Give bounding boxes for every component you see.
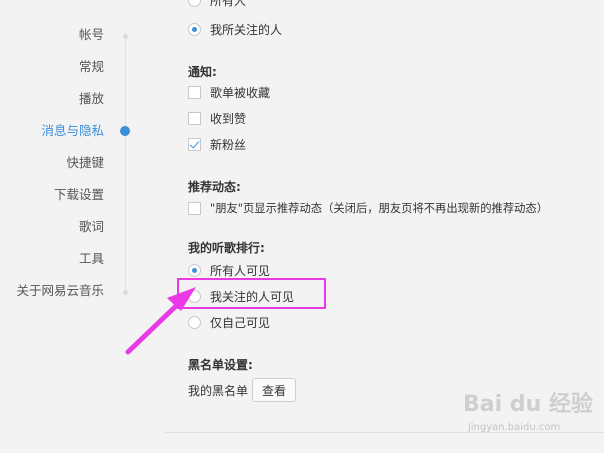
watermark-brand: Bai du 经验	[463, 392, 593, 417]
baidu-watermark: Bai du 经验 jingyan.baidu.com	[463, 386, 603, 448]
watermark-url: jingyan.baidu.com	[468, 422, 561, 433]
